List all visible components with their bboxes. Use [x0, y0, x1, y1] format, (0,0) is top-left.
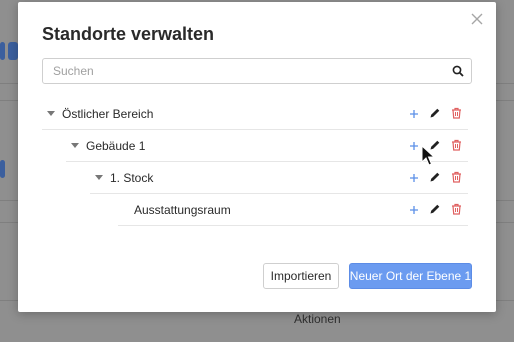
trash-icon: [451, 107, 461, 119]
import-button[interactable]: Importieren: [263, 263, 339, 289]
delete-button[interactable]: [449, 202, 463, 216]
edit-button[interactable]: [428, 138, 442, 152]
search-input[interactable]: [43, 59, 443, 83]
plus-icon: [410, 142, 418, 150]
trash-icon: [451, 203, 461, 215]
caret-down-icon[interactable]: [71, 143, 79, 148]
pencil-icon: [430, 172, 440, 182]
close-icon: [471, 13, 483, 25]
caret-down-icon[interactable]: [95, 175, 103, 180]
pencil-icon: [430, 140, 440, 150]
manage-locations-dialog: Standorte verwalten Östlicher Bereich Ge…: [18, 2, 496, 312]
search-icon[interactable]: [452, 65, 464, 77]
edit-button[interactable]: [428, 170, 442, 184]
close-button[interactable]: [470, 12, 484, 26]
caret-down-icon[interactable]: [47, 111, 55, 116]
background-button: [0, 42, 5, 60]
pencil-icon: [430, 204, 440, 214]
edit-button[interactable]: [428, 106, 442, 120]
add-child-button[interactable]: [407, 139, 421, 153]
delete-button[interactable]: [449, 138, 463, 152]
plus-icon: [410, 206, 418, 214]
trash-icon: [451, 171, 461, 183]
tree-node-label[interactable]: 1. Stock: [110, 171, 153, 185]
pencil-icon: [430, 108, 440, 118]
plus-icon: [410, 174, 418, 182]
delete-button[interactable]: [449, 170, 463, 184]
background-button: [8, 42, 18, 60]
add-child-button[interactable]: [407, 171, 421, 185]
dialog-title: Standorte verwalten: [42, 24, 215, 44]
tree-node-label[interactable]: Gebäude 1: [86, 139, 145, 153]
background-column-header-actions: Aktionen: [294, 312, 341, 326]
edit-button[interactable]: [428, 202, 442, 216]
new-level-1-location-button[interactable]: Neuer Ort der Ebene 1: [349, 263, 472, 289]
plus-icon: [410, 110, 418, 118]
delete-button[interactable]: [449, 106, 463, 120]
tree-node-label[interactable]: Östlicher Bereich: [62, 107, 153, 121]
tree-node-level-1: Östlicher Bereich: [42, 98, 468, 130]
background-button: [0, 160, 5, 178]
trash-icon: [451, 139, 461, 151]
add-child-button[interactable]: [407, 107, 421, 121]
tree-node-label[interactable]: Ausstattungsraum: [134, 203, 231, 217]
add-child-button[interactable]: [407, 203, 421, 217]
search-box: [42, 58, 472, 84]
